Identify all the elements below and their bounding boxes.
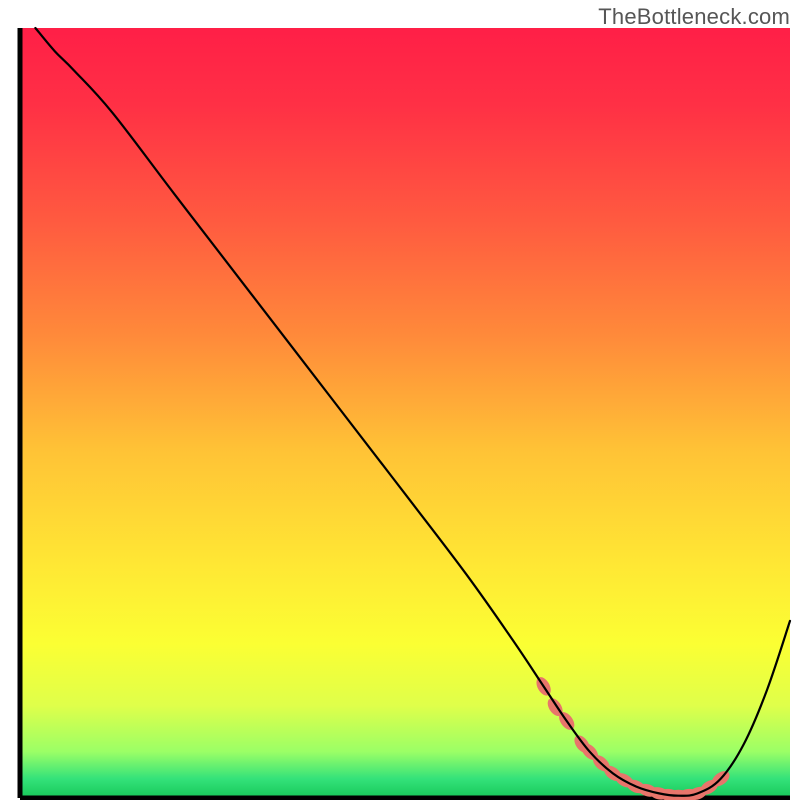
bottleneck-curve-chart — [0, 0, 800, 800]
watermark-text: TheBottleneck.com — [598, 4, 790, 30]
chart-frame: TheBottleneck.com — [0, 0, 800, 800]
